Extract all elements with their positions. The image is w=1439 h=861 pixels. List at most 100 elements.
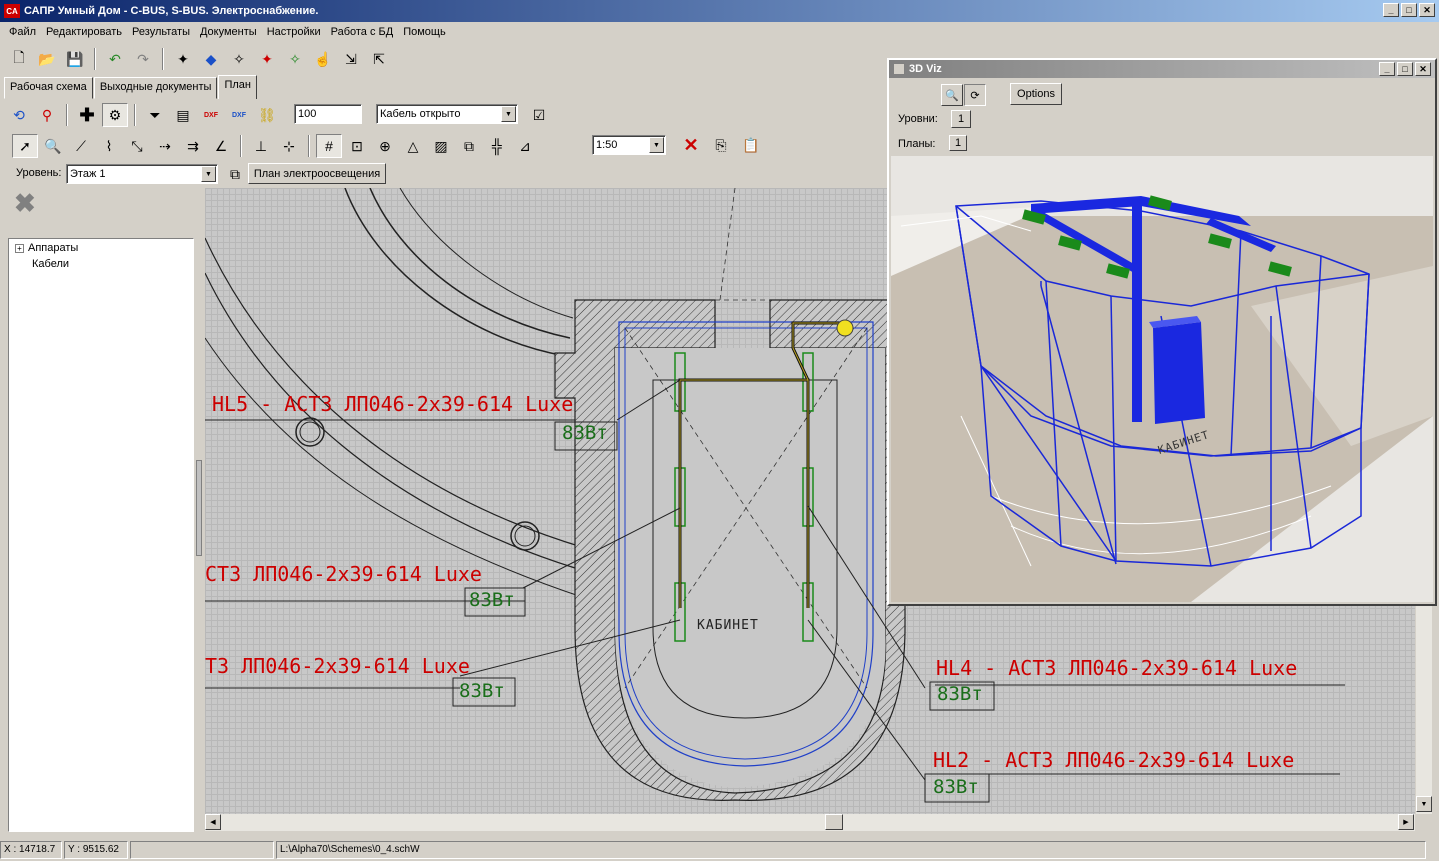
drawing-toolbar: ➚ 🔍 ⟋ ⌇ ⤡ ⇢ ⇉ ∠ ⊥ ⊹ # ⊡ ⊕ △ ▨ ⧉ ╬ ⊿ (6, 132, 538, 160)
tree-item-cables[interactable]: Кабели (32, 258, 69, 270)
paste-icon[interactable]: 📋 (738, 133, 764, 157)
search-device-icon[interactable]: ⚲ (34, 103, 60, 127)
wand-green-icon[interactable]: ✧ (282, 47, 308, 71)
scale-select[interactable]: 1:50 ▼ (592, 135, 666, 155)
scroll-left-icon[interactable]: ◀ (205, 814, 221, 830)
app-logo: CA (4, 4, 20, 18)
menu-settings[interactable]: Настройки (262, 26, 326, 38)
copy-icon[interactable]: ⎘ (708, 133, 734, 157)
plan-toolbar: ⟲ ⚲ ✚ ⚙ ⏷ ▤ DXF DXF ⛓ (0, 102, 280, 128)
snap-center-icon[interactable]: ⊕ (372, 134, 398, 158)
viz-options-button[interactable]: Options (1010, 83, 1062, 105)
hand-route-icon[interactable]: ☝ (310, 47, 336, 71)
menu-edit[interactable]: Редактировать (41, 26, 127, 38)
maximize-icon[interactable]: □ (1397, 62, 1413, 76)
cable-tool-icon[interactable]: ⤡ (124, 134, 150, 158)
snap-corner-icon[interactable]: ⊡ (344, 134, 370, 158)
room-label: КАБИНЕТ (697, 618, 759, 633)
chevron-down-icon[interactable]: ▼ (649, 137, 664, 153)
menu-database[interactable]: Работа с БД (326, 26, 399, 38)
scroll-thumb[interactable] (825, 814, 843, 830)
route-arrow-icon[interactable]: ⇲ (338, 47, 364, 71)
route-tool-2-icon[interactable]: ⇉ (180, 134, 206, 158)
status-path: L:\Alpha70\Schemes\0_4.schW (276, 840, 1426, 859)
document-tabs: Рабочая схема Выходные документы План (4, 75, 258, 99)
document-icon[interactable]: ▤ (170, 103, 196, 127)
fixture-label-hl2: HL2 - АСТЗ ЛП046-2x39-614 Luxe (933, 748, 1295, 772)
close-panel-icon[interactable]: ✖ (14, 190, 40, 216)
scroll-right-icon[interactable]: ▶ (1398, 814, 1414, 830)
menu-file[interactable]: Файл (4, 26, 41, 38)
level-select[interactable]: Этаж 1 ▼ (66, 164, 218, 184)
scale-input[interactable]: 100 (294, 104, 362, 124)
axis-icon[interactable]: ⊥ (248, 134, 274, 158)
wand-red-icon[interactable]: ✦ (254, 47, 280, 71)
tab-output-documents[interactable]: Выходные документы (93, 77, 218, 99)
point-icon[interactable]: ⊹ (276, 134, 302, 158)
magic-wand-icon[interactable]: ✦ (170, 47, 196, 71)
checklist-icon[interactable]: ☑ (526, 103, 552, 127)
scroll-down-icon[interactable]: ▼ (1416, 796, 1432, 812)
minimize-icon[interactable]: _ (1379, 62, 1395, 76)
redo-icon[interactable]: ↷ (130, 47, 156, 71)
polyline-tool-icon[interactable]: ⌇ (96, 134, 122, 158)
line-tool-icon[interactable]: ⟋ (68, 134, 94, 158)
zoom-icon[interactable]: 🔍 (40, 134, 66, 158)
status-empty (130, 840, 274, 859)
minimize-icon[interactable]: _ (1383, 3, 1399, 17)
angle-icon[interactable]: △ (400, 134, 426, 158)
new-file-icon[interactable]: 🗋 (6, 47, 32, 71)
viz-3d-viewport[interactable]: КАБИНЕТ (891, 156, 1433, 602)
route-tool-icon[interactable]: ⇢ (152, 134, 178, 158)
plan-lighting-button[interactable]: План электроосвещения (248, 163, 386, 184)
cube-icon[interactable]: ◆ (198, 47, 224, 71)
close-icon[interactable]: ✕ (1419, 3, 1435, 17)
devices-icon[interactable]: ⚙ (102, 103, 128, 127)
menu-documents[interactable]: Документы (195, 26, 262, 38)
fixture-label-ct3: СТЗ ЛП046-2x39-614 Luxe (205, 562, 482, 586)
undo-icon[interactable]: ↶ (102, 47, 128, 71)
layers-icon[interactable]: ⧉ (222, 162, 248, 186)
chevron-down-icon[interactable]: ▼ (501, 106, 516, 122)
trace-icon[interactable]: ╬ (484, 134, 510, 158)
delete-icon[interactable]: ✕ (678, 133, 704, 157)
save-icon[interactable]: 💾 (62, 47, 88, 71)
tree-item-devices[interactable]: + Аппараты (15, 242, 78, 254)
dimension-icon[interactable]: ⊿ (512, 134, 538, 158)
expand-icon[interactable]: + (15, 243, 24, 253)
route-split-icon[interactable]: ⇱ (366, 47, 392, 71)
window-title: САПР Умный Дом - C-BUS, S-BUS. Электросн… (24, 5, 319, 17)
filter-icon[interactable]: ⏷ (142, 103, 168, 127)
chevron-down-icon[interactable]: ▼ (201, 166, 216, 182)
align-icon[interactable]: ⧉ (456, 134, 482, 158)
pointer-icon[interactable]: ➚ (12, 134, 38, 158)
link-icon[interactable]: ⛓ (254, 103, 280, 127)
open-folder-icon[interactable]: 📂 (34, 47, 60, 71)
tab-work-scheme[interactable]: Рабочая схема (4, 77, 93, 99)
refresh-icon[interactable]: ⟲ (6, 103, 32, 127)
cable-mode-select[interactable]: Кабель открыто ▼ (376, 104, 518, 124)
panel-splitter[interactable] (196, 460, 202, 556)
wand-blue-icon[interactable]: ✧ (226, 47, 252, 71)
grid-snap-icon[interactable]: # (316, 134, 342, 158)
viz-zoom-icon[interactable]: 🔍 (941, 84, 963, 106)
viz-rotate-icon[interactable]: ⟳ (964, 84, 986, 106)
menu-help[interactable]: Помощь (398, 26, 451, 38)
menu-results[interactable]: Результаты (127, 26, 195, 38)
scale-value: 1:50 (596, 139, 618, 151)
tree-item-label: Кабели (32, 258, 70, 270)
dxf-import-icon[interactable]: DXF (198, 103, 224, 127)
add-icon[interactable]: ✚ (74, 103, 100, 127)
close-icon[interactable]: ✕ (1415, 62, 1431, 76)
dxf-export-icon[interactable]: DXF (226, 103, 252, 127)
horizontal-scrollbar[interactable]: ◀ ▶ (205, 814, 1415, 831)
viz-plans-value[interactable]: 1 (949, 135, 967, 151)
tab-plan[interactable]: План (218, 75, 257, 99)
hatch-icon[interactable]: ▨ (428, 134, 454, 158)
viz-plans-label: Планы: (898, 138, 936, 150)
measure-icon[interactable]: ∠ (208, 134, 234, 158)
fixture-label-t3: ТЗ ЛП046-2x39-614 Luxe (205, 654, 470, 678)
maximize-icon[interactable]: □ (1401, 3, 1417, 17)
viz-levels-value[interactable]: 1 (951, 110, 971, 128)
level-value: Этаж 1 (70, 168, 106, 180)
